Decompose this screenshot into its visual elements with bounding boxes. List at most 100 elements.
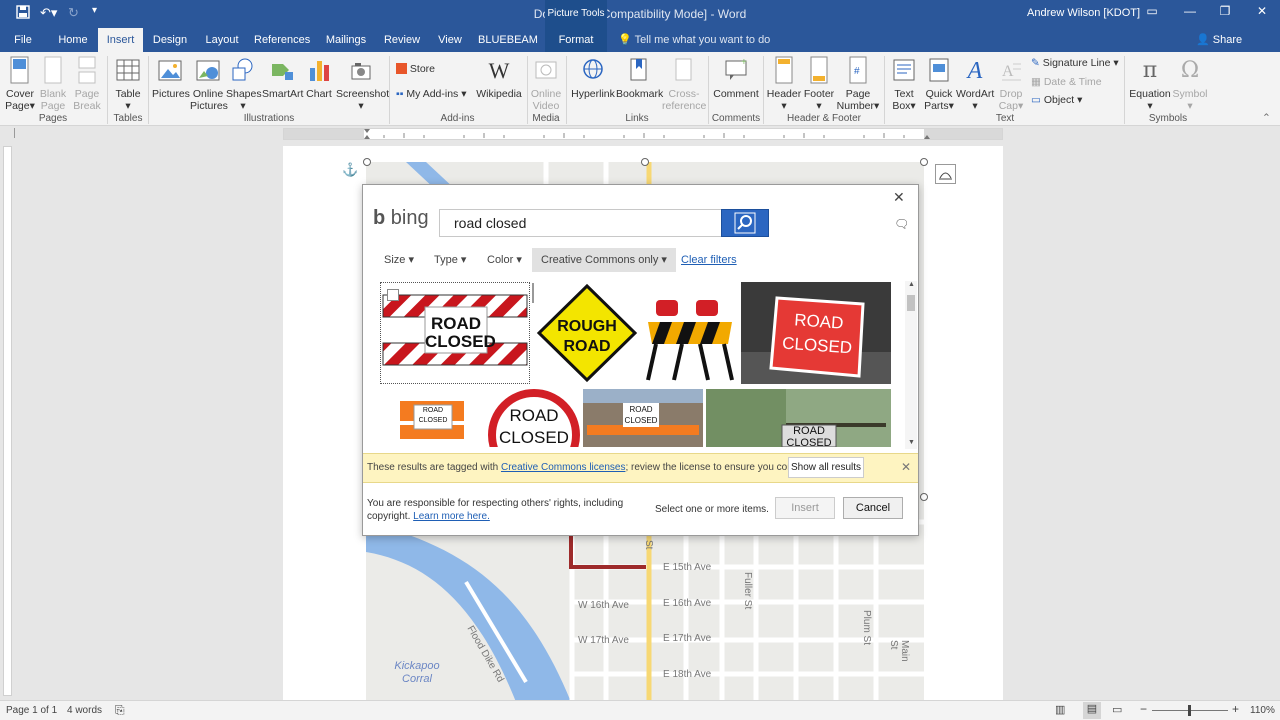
result-thumbnail[interactable]: ROAD CLOSED bbox=[380, 389, 484, 447]
search-input[interactable] bbox=[439, 209, 722, 237]
web-layout-icon[interactable]: ▭ bbox=[1112, 703, 1122, 716]
close-dialog-icon[interactable]: ✕ bbox=[893, 189, 905, 206]
page-count[interactable]: Page 1 of 1 bbox=[6, 705, 57, 716]
user-name[interactable]: Andrew Wilson [KDOT] bbox=[1027, 7, 1140, 19]
word-count[interactable]: 4 words bbox=[67, 705, 102, 716]
quick-parts-button[interactable]: Quick Parts▾ bbox=[922, 56, 956, 112]
zoom-in-icon[interactable]: + bbox=[1232, 702, 1239, 716]
show-all-results-button[interactable]: Show all results bbox=[788, 457, 864, 478]
license-filter[interactable]: Creative Commons only ▾ bbox=[532, 248, 676, 272]
date-time-button[interactable]: ▦ Date & Time bbox=[1031, 76, 1102, 88]
result-thumbnail[interactable]: ROAD CLOSED bbox=[487, 389, 581, 447]
restore-icon[interactable]: ❐ bbox=[1210, 4, 1240, 24]
cover-page-button[interactable]: Cover Page▾ bbox=[2, 56, 38, 112]
tab-view[interactable]: View bbox=[432, 28, 468, 52]
share-button[interactable]: 👤 Share bbox=[1196, 33, 1242, 46]
online-pictures-button[interactable]: Online Pictures bbox=[190, 56, 228, 112]
proofing-icon[interactable]: ⎘ bbox=[115, 703, 125, 718]
resize-handle[interactable] bbox=[363, 158, 371, 166]
pictures-button[interactable]: Pictures bbox=[152, 56, 190, 100]
color-filter[interactable]: Color ▾ bbox=[487, 253, 522, 277]
wikipedia-button[interactable]: W Wikipedia bbox=[474, 56, 524, 100]
feedback-icon[interactable]: 🗨 bbox=[894, 217, 909, 231]
tab-references[interactable]: References bbox=[254, 28, 310, 52]
online-video-button[interactable]: Online Video bbox=[528, 56, 564, 112]
drop-cap-button[interactable]: A Drop Cap▾ bbox=[996, 56, 1026, 112]
comment-button[interactable]: + Comment bbox=[712, 56, 760, 100]
read-mode-icon[interactable]: ▥ bbox=[1055, 703, 1065, 716]
result-thumbnail[interactable] bbox=[642, 282, 738, 384]
wordart-button[interactable]: A WordArt ▾ bbox=[956, 56, 994, 112]
my-addins-button[interactable]: ▪▪ My Add-ins ▾ bbox=[396, 88, 467, 100]
equation-button[interactable]: π Equation ▾ bbox=[1128, 56, 1172, 112]
symbol-button[interactable]: Ω Symbol ▾ bbox=[1172, 56, 1208, 112]
cross-reference-button[interactable]: Cross-reference bbox=[662, 56, 706, 112]
print-layout-icon[interactable]: ▤ bbox=[1083, 702, 1101, 719]
result-thumbnail[interactable]: ROAD CLOSED bbox=[741, 282, 891, 384]
hyperlink-button[interactable]: Hyperlink bbox=[570, 56, 616, 100]
tab-design[interactable]: Design bbox=[148, 28, 192, 52]
size-filter[interactable]: Size ▾ bbox=[384, 253, 414, 277]
resize-handle[interactable] bbox=[920, 158, 928, 166]
scroll-down-icon[interactable]: ▼ bbox=[908, 439, 915, 446]
signature-line-button[interactable]: ✎ Signature Line ▾ bbox=[1031, 57, 1119, 69]
bookmark-button[interactable]: Bookmark bbox=[616, 56, 663, 100]
blank-page-button[interactable]: Blank Page bbox=[38, 56, 68, 112]
minimize-icon[interactable]: — bbox=[1175, 4, 1205, 24]
learn-more-link[interactable]: Learn more here. bbox=[413, 511, 490, 522]
group-label-text: Text bbox=[995, 113, 1015, 124]
thumbnail-caption: ROUGH ROAD bbox=[557, 318, 617, 355]
smartart-button[interactable]: SmartArt bbox=[262, 56, 303, 100]
zoom-slider-thumb[interactable] bbox=[1188, 705, 1191, 716]
footer-button[interactable]: Footer ▾ bbox=[802, 56, 836, 112]
tab-insert[interactable]: Insert bbox=[98, 28, 143, 52]
tab-file[interactable]: File bbox=[8, 28, 38, 52]
page-break-button[interactable]: Page Break bbox=[72, 56, 102, 112]
resize-handle[interactable] bbox=[641, 158, 649, 166]
store-button[interactable]: Store bbox=[396, 63, 435, 75]
result-thumbnail[interactable]: ROAD CLOSED bbox=[380, 282, 530, 384]
tell-me-search[interactable]: 💡 Tell me what you want to do bbox=[618, 33, 770, 46]
ribbon-tabs: File Home Insert Design Layout Reference… bbox=[0, 28, 1280, 52]
results-scrollbar[interactable]: ▲ ▼ bbox=[905, 281, 917, 449]
result-thumbnail[interactable]: ROAD CLOSED bbox=[706, 389, 891, 447]
layout-options-icon[interactable] bbox=[935, 164, 956, 184]
tab-review[interactable]: Review bbox=[380, 28, 424, 52]
type-filter[interactable]: Type ▾ bbox=[434, 253, 466, 277]
result-thumbnail[interactable]: ROUGH ROAD bbox=[535, 282, 639, 384]
zoom-out-icon[interactable]: − bbox=[1140, 702, 1147, 716]
result-thumbnail[interactable]: ROAD CLOSED bbox=[583, 389, 703, 447]
text-box-button[interactable]: Text Box▾ bbox=[886, 56, 922, 112]
hyperlink-icon bbox=[583, 59, 603, 79]
scroll-up-icon[interactable]: ▲ bbox=[908, 281, 915, 288]
select-checkbox[interactable] bbox=[387, 289, 399, 301]
tab-mailings[interactable]: Mailings bbox=[322, 28, 370, 52]
tab-format[interactable]: Format bbox=[545, 28, 607, 52]
close-window-icon[interactable]: ✕ bbox=[1247, 4, 1277, 24]
cancel-button[interactable]: Cancel bbox=[843, 497, 903, 519]
clear-filters-link[interactable]: Clear filters bbox=[681, 253, 737, 277]
tab-bluebeam[interactable]: BLUEBEAM bbox=[478, 28, 538, 52]
resize-handle[interactable] bbox=[920, 493, 928, 501]
tab-layout[interactable]: Layout bbox=[200, 28, 244, 52]
shapes-button[interactable]: Shapes ▾ bbox=[226, 56, 262, 112]
scrollbar-thumb[interactable] bbox=[907, 295, 915, 311]
zoom-level[interactable]: 110% bbox=[1250, 705, 1275, 716]
creative-commons-link[interactable]: Creative Commons licenses bbox=[501, 462, 626, 473]
table-button[interactable]: Table ▾ bbox=[112, 56, 144, 112]
insert-button[interactable]: Insert bbox=[775, 497, 835, 519]
search-button[interactable] bbox=[721, 209, 769, 237]
dismiss-banner-icon[interactable]: ✕ bbox=[901, 460, 911, 474]
collapse-ribbon-icon[interactable]: ⌃ bbox=[1262, 112, 1271, 124]
horizontal-ruler[interactable] bbox=[283, 128, 1003, 140]
search-icon bbox=[734, 212, 756, 234]
object-button[interactable]: ▭ Object ▾ bbox=[1031, 94, 1082, 106]
online-pictures-icon bbox=[196, 60, 220, 81]
ribbon-display-icon[interactable]: ▭ bbox=[1137, 4, 1167, 24]
header-button[interactable]: Header ▾ bbox=[766, 56, 802, 112]
vertical-ruler[interactable] bbox=[3, 146, 12, 696]
tab-home[interactable]: Home bbox=[52, 28, 94, 52]
page-number-button[interactable]: # Page Number▾ bbox=[836, 56, 880, 112]
screenshot-button[interactable]: Screenshot ▾ bbox=[336, 56, 389, 112]
chart-button[interactable]: Chart bbox=[304, 56, 334, 100]
